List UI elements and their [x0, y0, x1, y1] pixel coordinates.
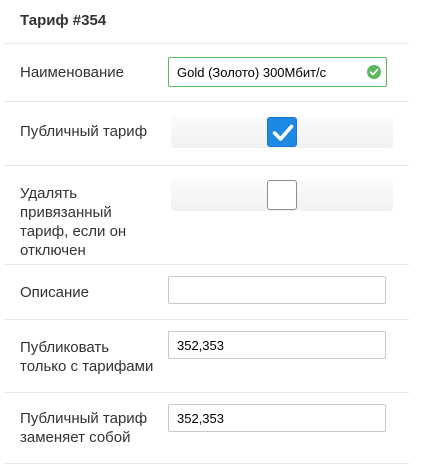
divider	[5, 392, 409, 393]
delete-linked-label: Удалять привязанный тариф, если он отклю…	[20, 185, 127, 259]
checkmark-icon	[272, 124, 294, 141]
replaces-input[interactable]: 352,353	[168, 404, 386, 432]
divider	[5, 101, 409, 102]
publish-with-input-value: 352,353	[177, 337, 224, 353]
check-circle-icon	[367, 65, 381, 79]
description-input[interactable]	[168, 276, 386, 304]
name-input-value: Gold (Золото) 300Мбит/с	[177, 64, 327, 80]
delete-linked-checkbox[interactable]	[267, 180, 297, 210]
divider	[5, 43, 409, 44]
publish-with-input[interactable]: 352,353	[168, 331, 386, 359]
divider	[5, 165, 409, 166]
name-label: Наименование	[20, 64, 124, 81]
public-toggle-track[interactable]	[171, 117, 393, 148]
publish-with-label: Публиковать только с тарифами	[20, 339, 154, 375]
divider	[5, 319, 409, 320]
divider	[5, 463, 409, 464]
name-input[interactable]: Gold (Золото) 300Мбит/с	[168, 57, 387, 87]
form-title: Тариф #354	[20, 12, 107, 29]
divider	[5, 264, 409, 265]
public-label: Публичный тариф	[20, 123, 148, 140]
description-label: Описание	[20, 284, 90, 301]
replaces-label: Публичный тариф заменяет собой	[20, 410, 148, 446]
tariff-form: Тариф #354 Наименование Gold (Золото) 30…	[0, 0, 429, 471]
public-checkbox[interactable]	[267, 117, 297, 147]
replaces-input-value: 352,353	[177, 410, 224, 426]
delete-linked-toggle-track[interactable]	[171, 180, 393, 211]
